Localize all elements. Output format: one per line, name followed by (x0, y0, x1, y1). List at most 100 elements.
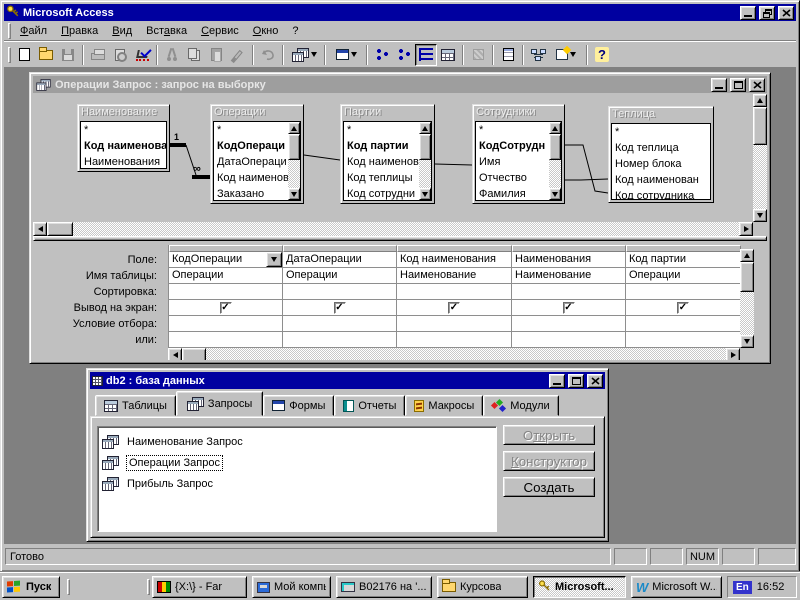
grid-cell-or[interactable] (283, 332, 397, 348)
field-item[interactable]: * (81, 122, 166, 138)
task-far[interactable]: {X:\} - Far (152, 576, 247, 598)
field-item[interactable]: Номер блока (612, 156, 710, 172)
task-access-active[interactable]: Microsoft... (533, 576, 626, 598)
grid-cell-table[interactable]: Операции (283, 268, 397, 284)
grid-cell-or[interactable] (169, 332, 283, 348)
task-folder-kursova[interactable]: Курсова (437, 576, 528, 598)
tab-macros[interactable]: Макросы (405, 395, 484, 416)
scroll-up-icon[interactable] (288, 122, 300, 134)
scroll-up-icon[interactable] (419, 122, 431, 134)
main-titlebar[interactable]: Microsoft Access (4, 4, 796, 21)
menu-item-file[interactable]: Файл (13, 23, 54, 39)
grid-cell-field[interactable]: Код наименования (397, 252, 512, 268)
scroll-up-icon[interactable] (740, 249, 754, 262)
list-item[interactable]: Наименование Запрос (102, 431, 492, 452)
tab-modules[interactable]: Модули (483, 395, 559, 416)
db-maximize-button[interactable] (568, 373, 584, 388)
grid-cell-show[interactable]: ✓ (283, 300, 397, 316)
field-item[interactable]: * (344, 122, 431, 138)
relationships-button[interactable] (527, 43, 549, 66)
grid-cell-show[interactable]: ✓ (626, 300, 741, 316)
grid-cell-table[interactable]: Наименование (512, 268, 626, 284)
scroll-up-icon[interactable] (753, 94, 767, 107)
new-object-button[interactable] (549, 43, 583, 66)
grid-column-headers[interactable] (169, 245, 741, 252)
save-button[interactable] (57, 43, 79, 66)
menu-item-tools[interactable]: Сервис (194, 23, 246, 39)
language-indicator[interactable]: En (733, 580, 752, 594)
field-item[interactable]: Код сотрудни (344, 186, 431, 200)
grid-cell-criteria[interactable] (169, 316, 283, 332)
grid-cell-criteria[interactable] (283, 316, 397, 332)
undo-button[interactable] (257, 43, 279, 66)
grid-cell-field[interactable]: ДатаОперации (283, 252, 397, 268)
field-list-partii[interactable]: Партии * Код партии Код наименов Код теп… (340, 104, 435, 204)
field-item[interactable]: Код теплицы (344, 170, 431, 186)
query-minimize-button[interactable] (711, 77, 727, 92)
show-checkbox[interactable]: ✓ (448, 301, 460, 314)
design-query-button[interactable]: Конструктор (503, 451, 595, 471)
scrollbar-thumb[interactable] (419, 134, 431, 160)
scroll-down-icon[interactable] (419, 188, 431, 200)
open-button[interactable] (35, 43, 57, 66)
toolbar-handle[interactable] (8, 46, 11, 63)
query-close-button[interactable] (749, 77, 765, 92)
field-item[interactable]: Код наименов (344, 154, 431, 170)
grid-cell-sort[interactable] (169, 284, 283, 300)
scroll-left-icon[interactable] (33, 222, 47, 236)
scroll-down-icon[interactable] (740, 335, 754, 348)
scrollbar-thumb[interactable] (740, 262, 754, 292)
grid-cell-or[interactable] (626, 332, 741, 348)
menu-item-window[interactable]: Окно (246, 23, 286, 39)
scrollbar-thumb[interactable] (182, 348, 206, 360)
tab-tables[interactable]: Таблицы (95, 395, 176, 416)
grid-cell-show[interactable]: ✓ (397, 300, 512, 316)
field-item[interactable]: Код партии (344, 138, 431, 154)
field-list-scrollbar[interactable] (419, 122, 431, 200)
query-window-titlebar[interactable]: Операции Запрос : запрос на выборку (33, 76, 767, 93)
field-item[interactable]: Код сотрудника (612, 188, 710, 199)
open-query-button[interactable]: Отк рыть (503, 425, 595, 445)
grid-hscrollbar[interactable] (168, 348, 740, 360)
grid-cell-table[interactable]: Операции (169, 268, 283, 284)
cut-button[interactable] (161, 43, 183, 66)
grid-cell-field[interactable]: КодОперации (169, 252, 283, 268)
close-button[interactable] (778, 5, 794, 20)
grid-cell-table[interactable]: Наименование (397, 268, 512, 284)
scrollbar-thumb[interactable] (549, 134, 561, 160)
print-button[interactable] (87, 43, 109, 66)
run-button[interactable] (467, 43, 489, 66)
field-list-scrollbar[interactable] (288, 122, 300, 200)
minimize-button[interactable] (740, 5, 756, 20)
design-view-button[interactable] (415, 43, 437, 66)
task-word[interactable]: W Microsoft W... (631, 576, 722, 598)
grid-cell-sort[interactable] (283, 284, 397, 300)
scroll-right-icon[interactable] (739, 222, 753, 236)
paste-button[interactable] (205, 43, 227, 66)
field-item[interactable]: Код наименован (612, 172, 710, 188)
tab-reports[interactable]: Отчеты (334, 395, 406, 416)
field-item[interactable]: Код наименован (81, 138, 166, 154)
query-maximize-button[interactable] (730, 77, 746, 92)
field-list-sotrudniki[interactable]: Сотрудники * КодСотрудн Имя Отчество Фам… (472, 104, 565, 204)
task-network-computer[interactable]: B02176 на '... (336, 576, 432, 598)
field-dropdown-button[interactable] (266, 252, 282, 267)
field-item[interactable]: * (612, 124, 710, 140)
scroll-left-icon[interactable] (168, 348, 182, 360)
grid-cell-table[interactable]: Операции (626, 268, 741, 284)
new-button[interactable] (13, 43, 35, 66)
print-preview-button[interactable] (109, 43, 131, 66)
scroll-down-icon[interactable] (549, 188, 561, 200)
grid-cell-criteria[interactable] (512, 316, 626, 332)
scrollbar-thumb[interactable] (47, 222, 73, 236)
scroll-down-icon[interactable] (753, 209, 767, 222)
grid-cell-show[interactable]: ✓ (512, 300, 626, 316)
datasheet-view-button[interactable] (437, 43, 459, 66)
spelling-button[interactable] (131, 43, 153, 66)
format-painter-button[interactable] (227, 43, 249, 66)
grid-cell-field[interactable]: Код партии (626, 252, 741, 268)
grid-cell-or[interactable] (397, 332, 512, 348)
show-checkbox[interactable]: ✓ (677, 301, 689, 314)
show-checkbox[interactable]: ✓ (562, 301, 575, 314)
copy-button[interactable] (183, 43, 205, 66)
